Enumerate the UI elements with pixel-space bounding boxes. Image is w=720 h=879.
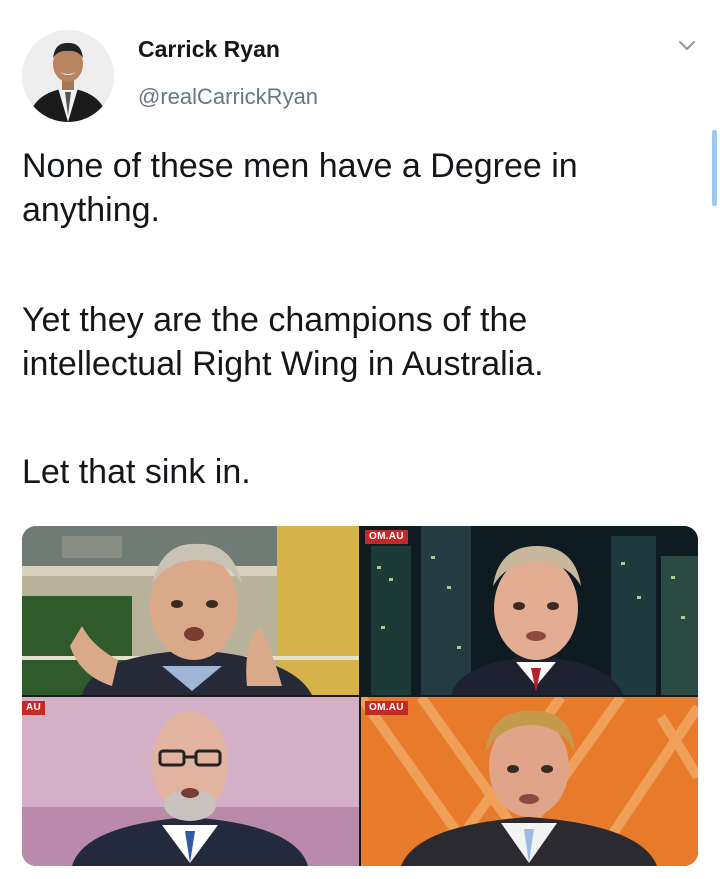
media-photo-top-right[interactable]: OM.AU: [361, 526, 698, 695]
tweet-card: Carrick Ryan @realCarrickRyan None of th…: [0, 0, 720, 879]
tweet-paragraph: Let that sink in.: [22, 453, 251, 491]
channel-watermark: OM.AU: [365, 701, 408, 715]
media-photo-top-left[interactable]: [22, 526, 359, 695]
author-name[interactable]: Carrick Ryan: [138, 36, 280, 63]
author-handle[interactable]: @realCarrickRyan: [138, 84, 318, 110]
channel-watermark: OM.AU: [365, 530, 408, 544]
scroll-indicator: [712, 130, 717, 206]
media-photo-bottom-left[interactable]: AU: [22, 697, 359, 866]
tweet-paragraph: Yet they are the champions of the intell…: [22, 301, 544, 383]
media-grid[interactable]: OM.AU AU OM.AU: [22, 526, 698, 866]
media-photo-bottom-right[interactable]: OM.AU: [361, 697, 698, 866]
tweet-paragraph: None of these men have a Degree in anyth…: [22, 147, 578, 229]
channel-watermark: AU: [22, 701, 46, 715]
author-avatar[interactable]: [22, 30, 114, 122]
chevron-down-icon[interactable]: [676, 38, 698, 54]
profile-photo-icon: [22, 30, 114, 122]
